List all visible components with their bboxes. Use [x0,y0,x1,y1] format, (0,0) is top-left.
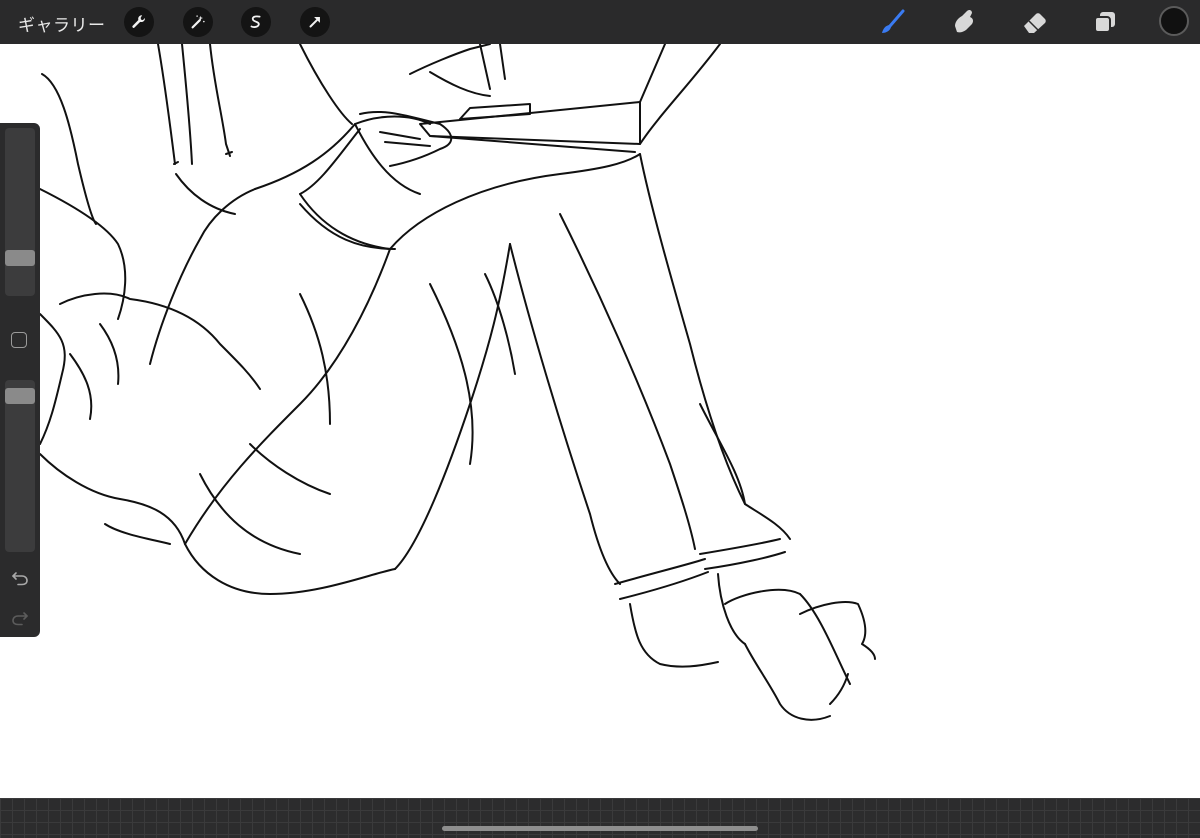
color-picker-button[interactable] [1159,6,1189,36]
brush-icon [882,9,905,33]
actions-button[interactable] [124,7,154,37]
line-art-drawing [39,44,876,721]
brush-button[interactable] [878,8,908,36]
selection-s-icon [250,15,261,28]
brush-size-thumb[interactable] [5,250,35,266]
home-indicator[interactable] [442,826,758,831]
transform-button[interactable] [300,7,330,37]
opacity-slider[interactable] [5,380,35,552]
layers-button[interactable] [1090,8,1120,36]
redo-arrow-icon [12,612,28,626]
eraser-icon [1024,13,1046,33]
adjustments-button[interactable] [183,7,213,37]
opacity-thumb[interactable] [5,388,35,404]
gallery-button[interactable]: ギャラリー [18,11,106,36]
undo-button[interactable] [9,567,31,589]
layers-icon [1094,12,1115,33]
eraser-button[interactable] [1020,8,1050,36]
brush-size-slider[interactable] [5,128,35,296]
left-sidebar [0,123,40,637]
undo-arrow-icon [12,572,28,586]
magic-wand-icon [191,15,205,29]
smudge-button[interactable] [949,8,979,36]
top-toolbar: ギャラリー [0,0,1200,44]
drawing-canvas[interactable] [0,44,1200,798]
arrow-cursor-icon [309,17,320,28]
smudge-finger-icon [955,9,974,33]
redo-button[interactable] [9,607,31,629]
bottom-grid-area [0,798,1200,838]
selection-button[interactable] [241,7,271,37]
wrench-icon [132,15,145,28]
modify-button[interactable] [11,332,27,348]
